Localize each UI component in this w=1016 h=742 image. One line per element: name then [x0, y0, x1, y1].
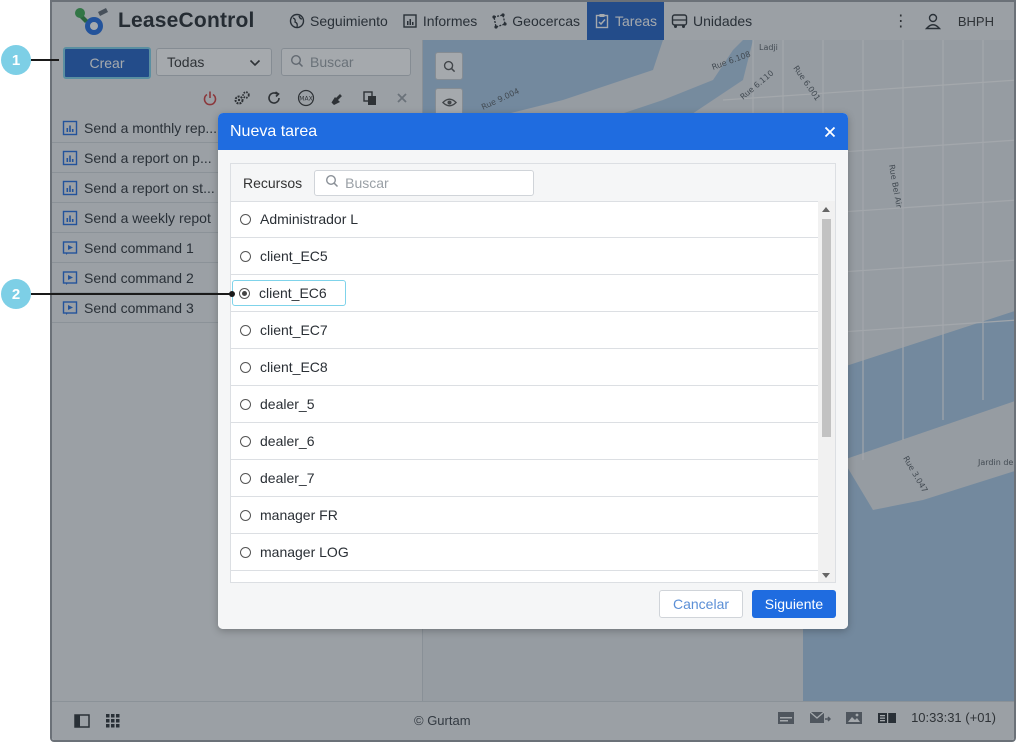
new-task-dialog: Nueva tarea Recursos Buscar Administrado… — [218, 113, 848, 629]
resource-item[interactable]: manager LOG — [231, 534, 819, 571]
resource-item[interactable]: dealer_5 — [231, 386, 819, 423]
radio-button[interactable] — [240, 546, 251, 558]
resource-item-selected[interactable]: client_EC6 — [231, 275, 819, 312]
radio-button[interactable] — [240, 435, 251, 447]
callout-badge: 1 — [1, 45, 31, 75]
close-icon[interactable] — [824, 126, 836, 138]
radio-button[interactable] — [240, 213, 251, 225]
radio-button[interactable] — [240, 361, 251, 373]
resource-label: client_EC6 — [259, 285, 327, 301]
radio-button[interactable] — [240, 472, 251, 484]
resource-item[interactable]: client_EC7 — [231, 312, 819, 349]
resource-item[interactable]: dealer_7 — [231, 460, 819, 497]
resource-label: manager FR — [260, 507, 338, 523]
radio-button[interactable] — [240, 398, 251, 410]
callout-line — [31, 293, 231, 295]
resources-box: Recursos Buscar Administrador L client_E… — [230, 163, 836, 583]
dialog-footer: Cancelar Siguiente — [218, 577, 848, 629]
callout-badge: 2 — [1, 279, 31, 309]
dialog-title: Nueva tarea — [230, 122, 318, 140]
scroll-thumb[interactable] — [822, 219, 831, 437]
resource-item[interactable]: Administrador L — [231, 201, 819, 238]
resources-search-input[interactable]: Buscar — [314, 169, 535, 196]
next-button[interactable]: Siguiente — [752, 590, 836, 618]
resource-label: client_EC8 — [260, 359, 328, 375]
selected-outline: client_EC6 — [232, 280, 346, 306]
resource-label: client_EC7 — [260, 322, 328, 338]
resources-search-placeholder: Buscar — [345, 174, 389, 191]
radio-button[interactable] — [240, 250, 251, 262]
search-icon — [325, 174, 339, 191]
resources-list: Administrador L client_EC5 client_EC6 cl… — [231, 201, 819, 571]
dialog-body: Recursos Buscar Administrador L client_E… — [218, 150, 848, 629]
resource-label: manager LOG — [260, 544, 349, 560]
resource-item[interactable]: manager FR — [231, 497, 819, 534]
resource-label: dealer_5 — [260, 396, 315, 412]
resource-item[interactable]: client_EC5 — [231, 238, 819, 275]
resource-item[interactable]: dealer_6 — [231, 423, 819, 460]
resource-label: Administrador L — [260, 211, 359, 227]
radio-button-checked[interactable] — [239, 287, 250, 299]
dialog-header: Nueva tarea — [218, 113, 848, 150]
resources-label: Recursos — [243, 174, 303, 191]
scroll-up-icon[interactable] — [822, 207, 830, 212]
radio-button[interactable] — [240, 324, 251, 336]
callout-line — [31, 59, 59, 61]
resources-scrollbar[interactable] — [818, 201, 835, 582]
callout-dot — [229, 291, 235, 297]
resource-item[interactable]: client_EC8 — [231, 349, 819, 386]
cancel-button[interactable]: Cancelar — [659, 590, 743, 618]
resource-label: dealer_7 — [260, 470, 315, 486]
resources-header: Recursos Buscar — [231, 164, 835, 202]
resource-label: client_EC5 — [260, 248, 328, 264]
radio-button[interactable] — [240, 509, 251, 521]
resource-label: dealer_6 — [260, 433, 315, 449]
